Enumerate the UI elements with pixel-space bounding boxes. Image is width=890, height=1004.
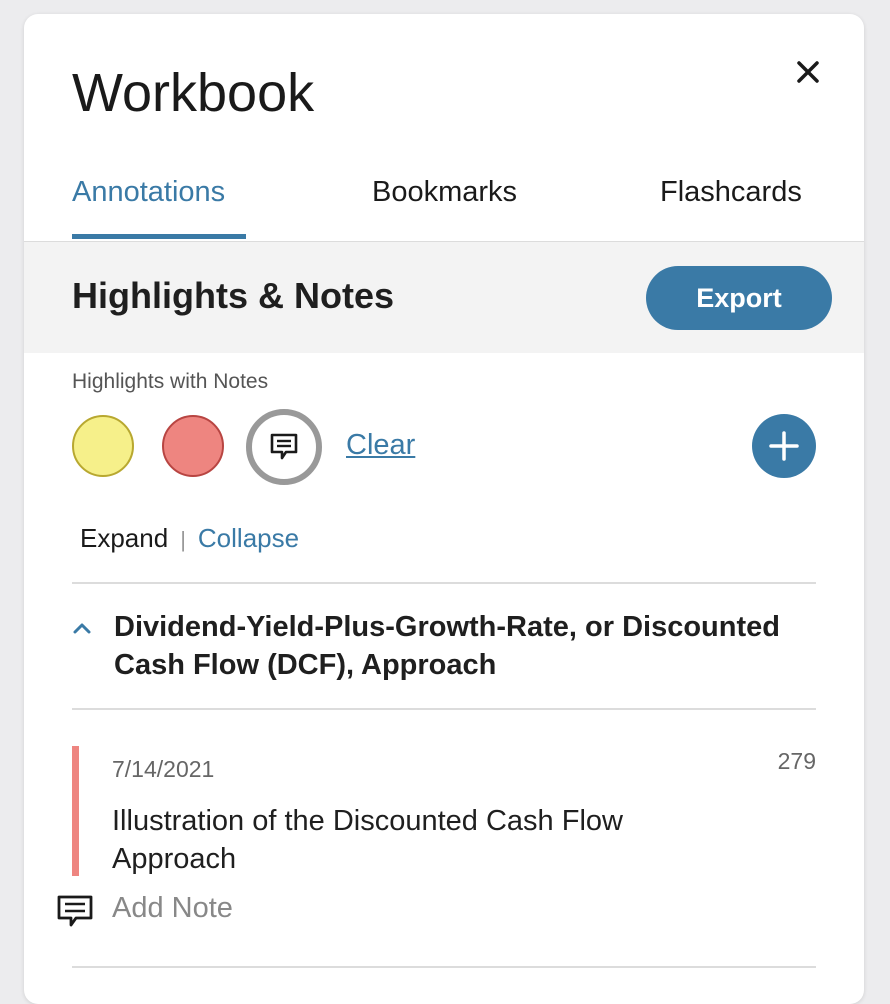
workbook-panel: Workbook Annotations Bookmarks Flashcard… [24,14,864,1004]
annotation-text: Illustration of the Discounted Cash Flow… [112,805,623,875]
active-tab-indicator [72,234,246,239]
close-button[interactable] [790,54,826,90]
divider [72,708,816,710]
tab-bookmarks[interactable]: Bookmarks [372,178,517,207]
chevron-up-icon [73,623,91,634]
annotation-date: 7/14/2021 [112,756,215,782]
red-highlight-filter[interactable] [162,415,224,477]
add-note-button[interactable]: Add Note [56,892,233,935]
expand-all-link[interactable]: Expand [80,523,168,553]
close-icon [797,61,819,83]
add-note-label: Add Note [112,892,233,924]
annotation-page-number: 279 [777,748,816,774]
highlight-color-bar [72,746,79,876]
annotation-item[interactable]: 7/14/2021 279 Illustration of the Discou… [72,746,816,876]
clear-filters-link[interactable]: Clear [346,429,415,462]
group-title: Dividend-Yield-Plus-Growth-Rate, or Disc… [114,611,780,681]
collapse-all-link[interactable]: Collapse [198,523,299,553]
notes-filter-button[interactable] [246,409,322,485]
tab-bar: Annotations Bookmarks Flashcards [24,164,864,243]
plus-icon [769,431,799,461]
section-header: Highlights & Notes Export [24,242,864,353]
tab-annotations[interactable]: Annotations [72,178,225,207]
export-button[interactable]: Export [646,266,832,330]
comment-icon [270,433,298,460]
filter-label: Highlights with Notes [72,370,269,393]
add-annotation-button[interactable] [752,414,816,478]
separator: | [180,527,186,552]
tab-flashcards[interactable]: Flashcards [660,178,802,207]
expand-collapse-controls: Expand | Collapse [80,522,299,556]
section-title: Highlights & Notes [72,275,394,316]
divider [72,966,816,968]
panel-title: Workbook [72,63,315,123]
divider [72,582,816,584]
yellow-highlight-filter[interactable] [72,415,134,477]
comment-icon [57,895,93,927]
